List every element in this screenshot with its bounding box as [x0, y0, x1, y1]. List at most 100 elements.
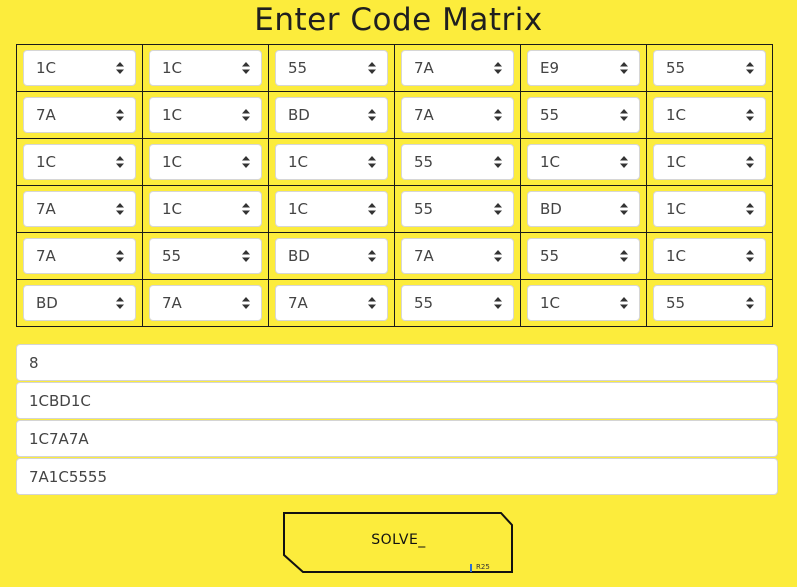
- matrix-row: 7A 1C 1C 55 BD 1C: [16, 185, 773, 233]
- matrix-cell-select[interactable]: 1C: [23, 50, 136, 86]
- select-updown-icon: [242, 203, 250, 215]
- matrix-cell-value: E9: [540, 59, 560, 77]
- select-updown-icon: [116, 250, 124, 262]
- matrix-cell-select[interactable]: 1C: [275, 144, 388, 180]
- select-updown-icon: [368, 62, 376, 74]
- matrix-cell: 1C: [142, 91, 269, 139]
- matrix-cell-select[interactable]: 1C: [653, 238, 766, 274]
- matrix-cell: 7A: [16, 91, 143, 139]
- matrix-cell-value: 1C: [162, 153, 183, 171]
- matrix-cell-select[interactable]: 7A: [275, 285, 388, 321]
- matrix-cell-select[interactable]: 7A: [401, 238, 514, 274]
- sequence-input-2[interactable]: [16, 420, 778, 457]
- select-updown-icon: [242, 109, 250, 121]
- matrix-cell: 1C: [142, 44, 269, 92]
- select-updown-icon: [116, 156, 124, 168]
- matrix-cell-select[interactable]: E9: [527, 50, 640, 86]
- matrix-cell-value: 1C: [162, 59, 183, 77]
- matrix-cell-select[interactable]: BD: [527, 191, 640, 227]
- matrix-cell: 1C: [646, 185, 773, 233]
- matrix-cell-select[interactable]: 7A: [23, 97, 136, 133]
- matrix-cell: 1C: [520, 138, 647, 186]
- matrix-cell-select[interactable]: 7A: [149, 285, 262, 321]
- select-updown-icon: [368, 156, 376, 168]
- matrix-cell: 7A: [16, 185, 143, 233]
- matrix-cell: 55: [142, 232, 269, 280]
- select-updown-icon: [620, 109, 628, 121]
- matrix-cell: BD: [520, 185, 647, 233]
- matrix-cell-value: 1C: [162, 200, 183, 218]
- matrix-cell: 55: [646, 279, 773, 327]
- select-updown-icon: [116, 62, 124, 74]
- matrix-row: BD 7A 7A 55 1C 55: [16, 279, 773, 327]
- select-updown-icon: [494, 297, 502, 309]
- matrix-cell-select[interactable]: 1C: [653, 144, 766, 180]
- sequence-input-3[interactable]: [16, 458, 778, 495]
- select-updown-icon: [368, 203, 376, 215]
- matrix-cell-value: 1C: [36, 59, 57, 77]
- matrix-cell-value: 55: [414, 200, 434, 218]
- matrix-cell-select[interactable]: 1C: [149, 97, 262, 133]
- sequence-inputs: [16, 344, 778, 496]
- matrix-cell: E9: [520, 44, 647, 92]
- matrix-cell-select[interactable]: 7A: [23, 238, 136, 274]
- select-updown-icon: [746, 297, 754, 309]
- matrix-cell-select[interactable]: 1C: [653, 191, 766, 227]
- matrix-cell-select[interactable]: 55: [527, 97, 640, 133]
- matrix-cell-value: BD: [288, 247, 310, 265]
- select-updown-icon: [368, 109, 376, 121]
- matrix-row: 7A 55 BD 7A 55 1C: [16, 232, 773, 280]
- matrix-cell-select[interactable]: 55: [653, 50, 766, 86]
- matrix-cell: 1C: [16, 44, 143, 92]
- matrix-cell-value: 55: [162, 247, 182, 265]
- matrix-cell-select[interactable]: BD: [23, 285, 136, 321]
- matrix-cell-select[interactable]: 1C: [149, 144, 262, 180]
- matrix-cell-select[interactable]: 1C: [653, 97, 766, 133]
- matrix-cell-select[interactable]: 1C: [149, 50, 262, 86]
- matrix-cell: 55: [394, 279, 521, 327]
- matrix-cell-select[interactable]: 1C: [527, 144, 640, 180]
- matrix-cell-value: 1C: [540, 153, 561, 171]
- matrix-cell-value: 55: [666, 294, 686, 312]
- matrix-cell-select[interactable]: 55: [527, 238, 640, 274]
- matrix-cell-value: 7A: [36, 200, 56, 218]
- matrix-cell-select[interactable]: BD: [275, 238, 388, 274]
- matrix-cell-select[interactable]: BD: [275, 97, 388, 133]
- matrix-cell-select[interactable]: 55: [401, 285, 514, 321]
- matrix-cell: 1C: [646, 91, 773, 139]
- matrix-cell-select[interactable]: 55: [401, 191, 514, 227]
- matrix-cell-select[interactable]: 55: [653, 285, 766, 321]
- matrix-cell-value: 7A: [414, 106, 434, 124]
- matrix-cell: 7A: [394, 232, 521, 280]
- matrix-cell-select[interactable]: 55: [401, 144, 514, 180]
- matrix-cell-select[interactable]: 1C: [149, 191, 262, 227]
- matrix-cell-select[interactable]: 55: [149, 238, 262, 274]
- matrix-cell-select[interactable]: 1C: [527, 285, 640, 321]
- matrix-cell-select[interactable]: 1C: [275, 191, 388, 227]
- matrix-cell: 1C: [268, 138, 395, 186]
- matrix-cell-select[interactable]: 7A: [401, 50, 514, 86]
- matrix-cell: BD: [16, 279, 143, 327]
- matrix-cell-select[interactable]: 7A: [401, 97, 514, 133]
- select-updown-icon: [242, 250, 250, 262]
- matrix-cell-select[interactable]: 7A: [23, 191, 136, 227]
- solve-button[interactable]: SOLVE_ R25: [283, 512, 514, 573]
- select-updown-icon: [368, 297, 376, 309]
- matrix-cell: BD: [268, 232, 395, 280]
- sequence-input-1[interactable]: [16, 382, 778, 419]
- select-updown-icon: [116, 203, 124, 215]
- matrix-cell-value: 55: [540, 247, 560, 265]
- matrix-cell: 1C: [646, 138, 773, 186]
- select-updown-icon: [746, 250, 754, 262]
- matrix-cell-select[interactable]: 55: [275, 50, 388, 86]
- select-updown-icon: [746, 109, 754, 121]
- matrix-cell-value: 1C: [666, 153, 687, 171]
- matrix-cell-value: 7A: [414, 59, 434, 77]
- matrix-cell-value: 1C: [666, 200, 687, 218]
- select-updown-icon: [746, 62, 754, 74]
- buffer-size-input[interactable]: [16, 344, 778, 381]
- matrix-cell: 1C: [268, 185, 395, 233]
- matrix-cell: 55: [268, 44, 395, 92]
- matrix-cell-select[interactable]: 1C: [23, 144, 136, 180]
- select-updown-icon: [494, 156, 502, 168]
